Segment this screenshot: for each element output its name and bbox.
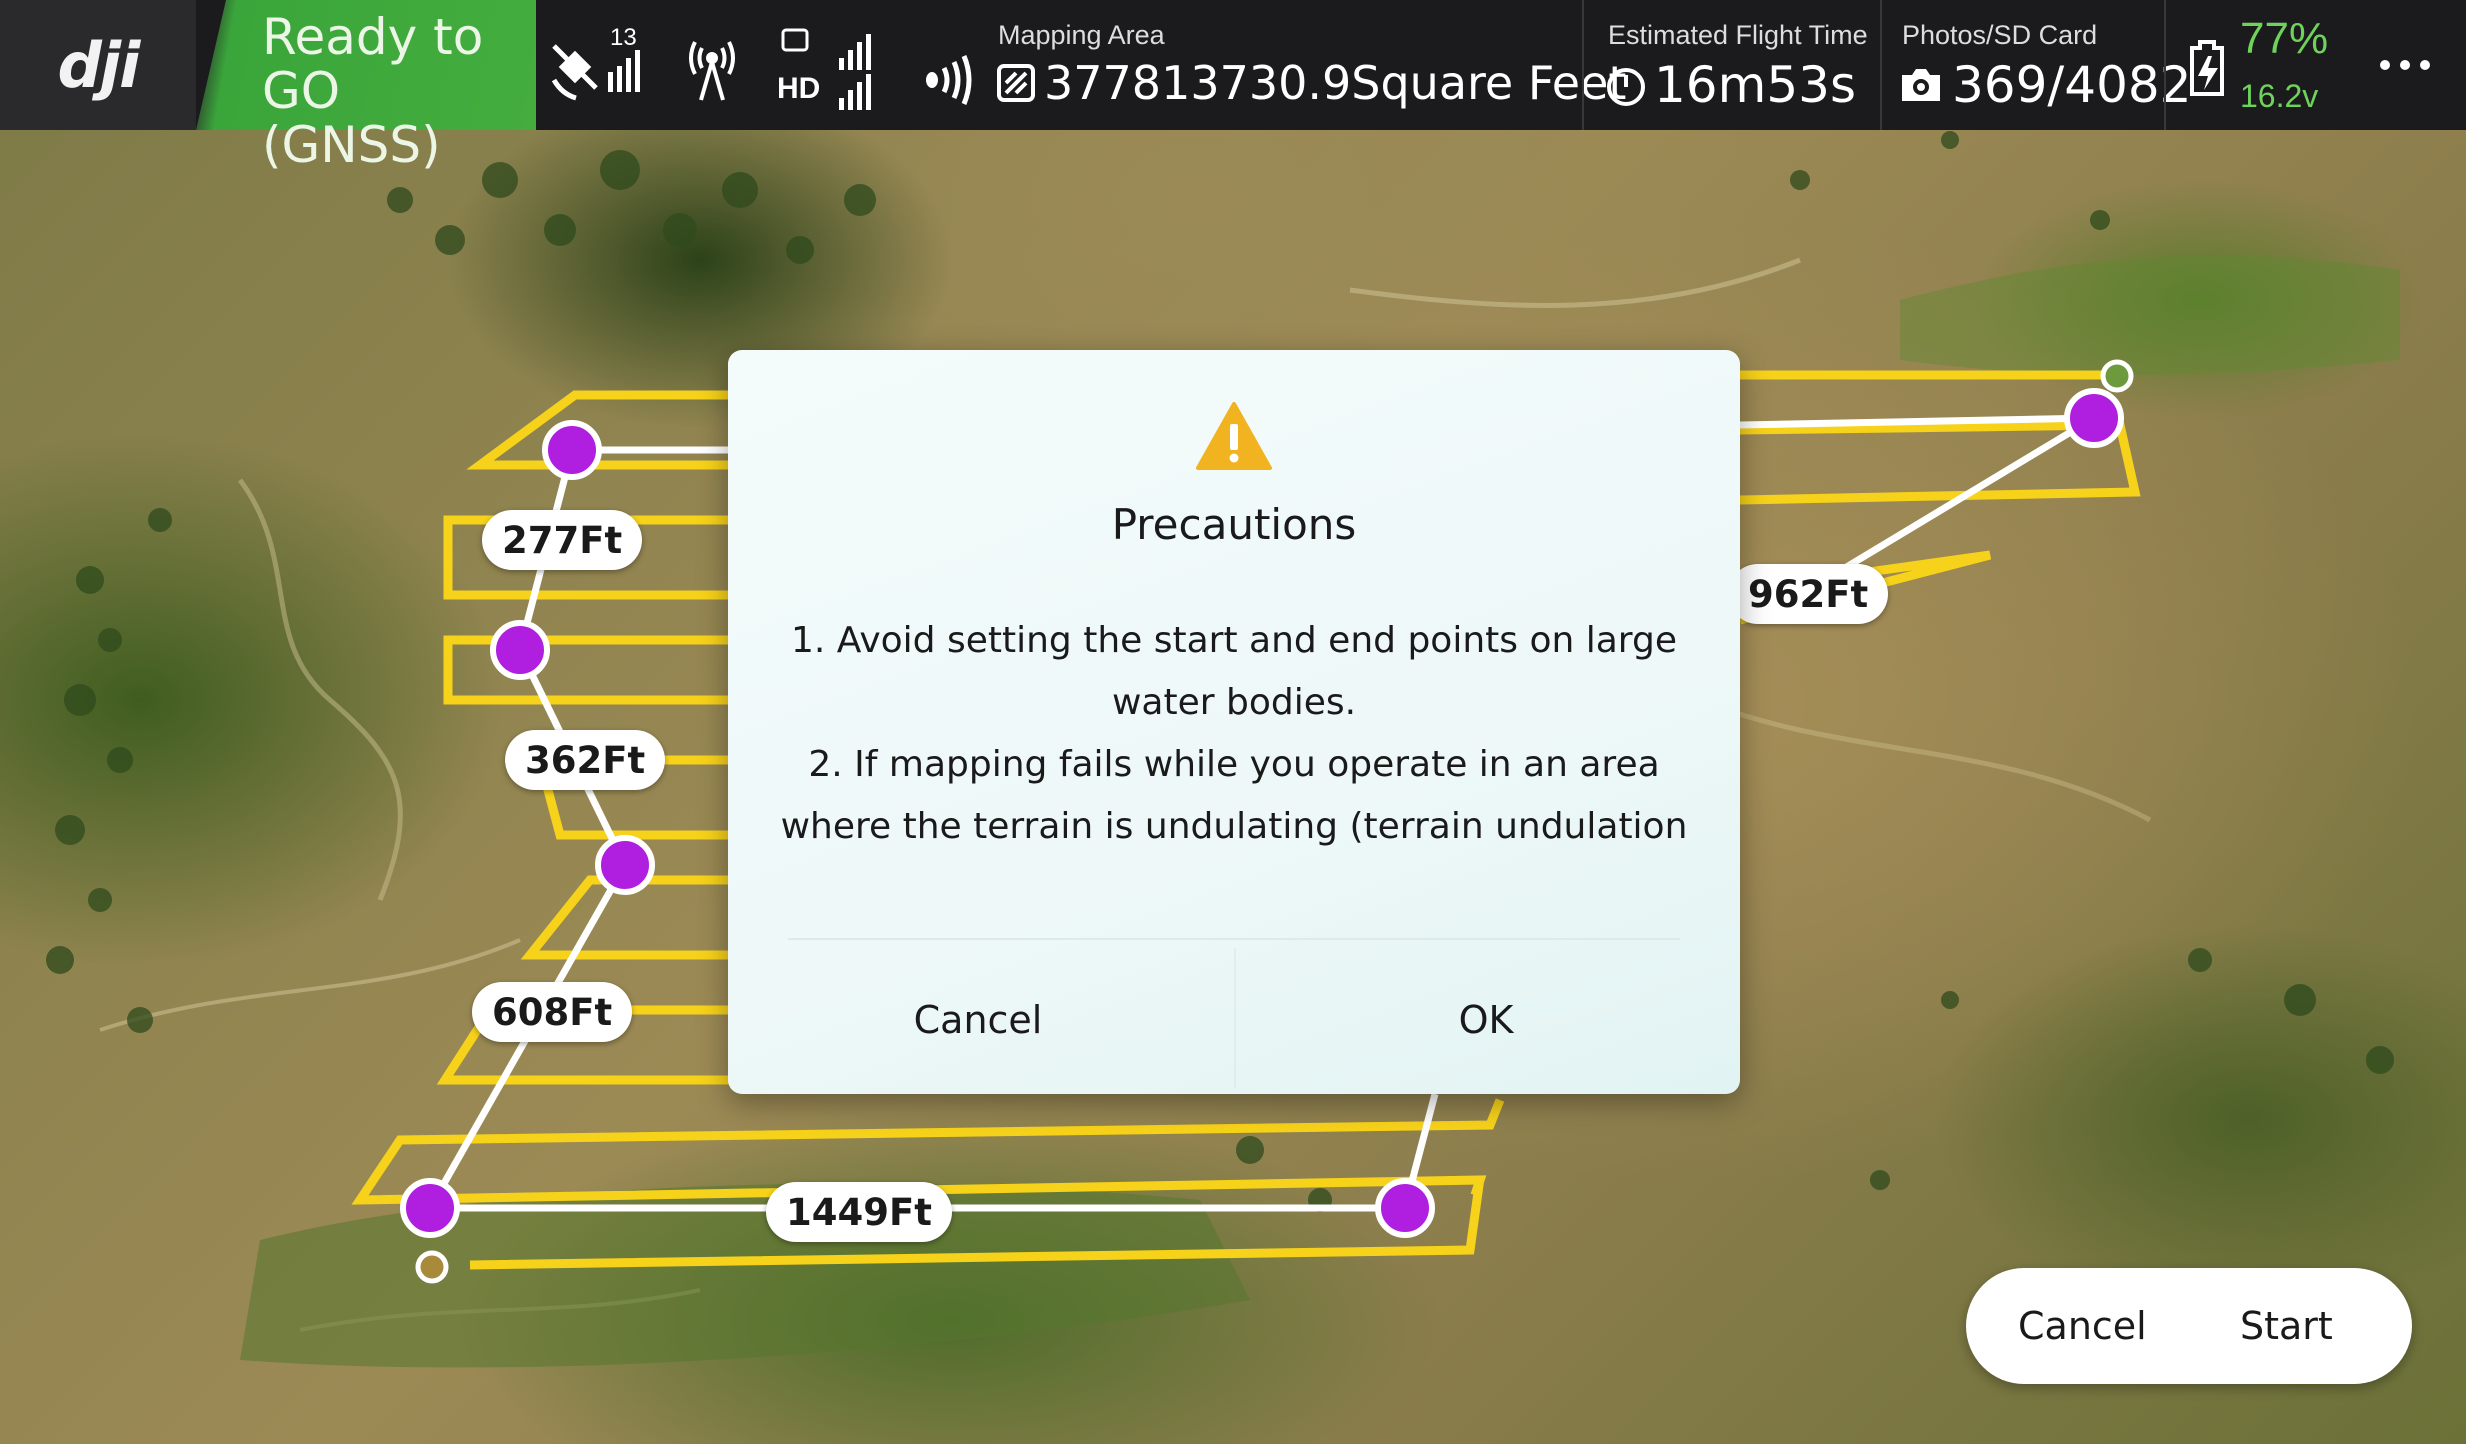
flight-status[interactable]: Ready to GO (GNSS) — [262, 10, 542, 172]
end-point-marker — [2100, 359, 2134, 393]
warning-icon — [1196, 402, 1272, 470]
photos-count: 369/4082 — [1952, 56, 2192, 114]
more-icon — [2400, 60, 2410, 70]
flight-status-line2: (GNSS) — [262, 116, 441, 174]
waypoint — [542, 420, 602, 480]
mission-action-bar: Cancel Start — [1966, 1268, 2412, 1384]
start-mission-button[interactable]: Start — [2240, 1268, 2333, 1384]
clock-icon — [1607, 68, 1645, 106]
distance-label: 608Ft — [472, 982, 633, 1042]
battery-icon[interactable] — [2182, 38, 2232, 98]
top-status-bar: dji Ready to GO (GNSS) 13 HD Mapping Are… — [0, 0, 2466, 172]
dialog-ok-button[interactable]: OK — [1236, 950, 1736, 1090]
distance-label: 277Ft — [482, 510, 643, 570]
flight-status-line1: Ready to GO — [262, 8, 484, 120]
mapping-area-value: 377813730.9Square Feet — [996, 56, 1626, 110]
camera-icon — [1902, 69, 1940, 101]
start-point-marker — [415, 1250, 449, 1284]
satellite-status[interactable]: 13 — [548, 24, 658, 108]
precautions-dialog: Precautions 1. Avoid setting the start a… — [728, 350, 1740, 1094]
more-icon — [2380, 60, 2390, 70]
dialog-cancel-button[interactable]: Cancel — [728, 950, 1228, 1090]
satellite-count: 13 — [610, 24, 637, 51]
precaution-item: 1. Avoid setting the start and end point… — [791, 620, 1677, 723]
video-signal[interactable]: HD — [775, 28, 879, 110]
distance-label: 1449Ft — [766, 1182, 952, 1242]
waypoint — [400, 1178, 460, 1238]
dialog-title: Precautions — [1111, 500, 1357, 549]
photos-label: Photos/SD Card — [1902, 20, 2098, 50]
photos-value: 369/4082 — [1898, 56, 2192, 114]
dialog-message[interactable]: 1. Avoid setting the start and end point… — [778, 610, 1690, 848]
battery-percent: 77% — [2240, 14, 2329, 63]
divider — [2164, 0, 2166, 130]
waypoint — [1375, 1178, 1435, 1238]
rc-signal[interactable] — [685, 28, 739, 108]
flight-time-value: 16m53s — [1606, 56, 1856, 114]
distance-label: 962Ft — [1728, 564, 1889, 624]
divider — [1880, 0, 1882, 130]
cancel-mission-button[interactable]: Cancel — [2018, 1268, 2147, 1384]
waypoint — [2064, 388, 2124, 448]
waypoint — [490, 620, 550, 680]
flight-time-label: Estimated Flight Time — [1608, 20, 1868, 50]
precaution-item: 2. If mapping fails while you operate in… — [780, 744, 1688, 847]
hd-label: HD — [777, 72, 821, 105]
waypoint — [595, 835, 655, 895]
more-options-button[interactable] — [2360, 30, 2450, 100]
ultrasonic-icon — [926, 55, 972, 105]
flight-time-number: 16m53s — [1654, 56, 1857, 114]
divider — [1582, 0, 1584, 130]
mapping-area-number: 377813730.9Square Feet — [1044, 56, 1627, 110]
area-icon — [997, 64, 1035, 102]
remote-controller-icon — [689, 41, 735, 101]
battery-voltage: 16.2v — [2240, 78, 2319, 114]
dialog-divider — [788, 938, 1680, 940]
more-icon — [2420, 60, 2430, 70]
satellite-icon — [551, 44, 640, 101]
distance-label: 362Ft — [505, 730, 666, 790]
mapping-area-label: Mapping Area — [998, 20, 1165, 50]
dji-logo[interactable]: dji — [0, 0, 196, 130]
